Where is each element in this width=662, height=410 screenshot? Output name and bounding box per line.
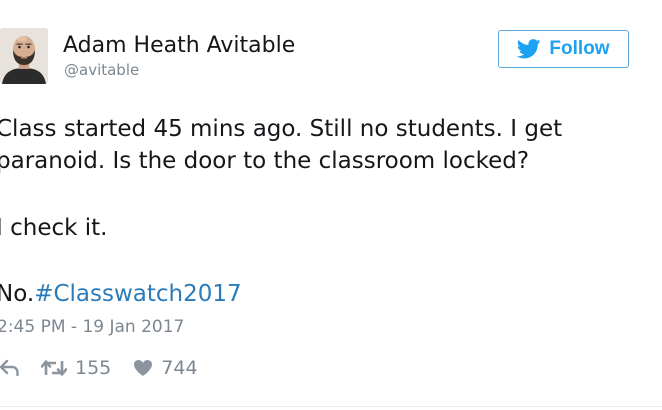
like-button[interactable]: 744 <box>133 356 198 380</box>
follow-button-label: Follow <box>549 38 610 59</box>
author-name[interactable]: Adam Heath Avitable <box>63 33 295 59</box>
tweet-timestamp[interactable]: 2:45 PM - 19 Jan 2017 <box>0 316 184 338</box>
tweet-text-line: paranoid. Is the door to the classroom l… <box>0 148 530 174</box>
tweet-actions: 155 744 <box>0 355 198 381</box>
avatar[interactable] <box>0 28 48 84</box>
twitter-bird-icon <box>517 39 542 59</box>
author-handle[interactable]: @avitable <box>64 61 139 79</box>
tweet-text-line: No.#Classwatch2017 <box>0 279 242 309</box>
card-bottom-border <box>0 406 662 407</box>
tweet-text-prefix: No. <box>0 281 35 307</box>
heart-icon <box>134 360 153 376</box>
follow-button[interactable]: Follow <box>498 30 629 68</box>
retweet-button[interactable]: 155 <box>41 356 111 380</box>
retweet-icon <box>41 360 67 376</box>
tweet-text-line: Class started 45 mins ago. Still no stud… <box>0 116 563 142</box>
reply-button[interactable] <box>0 359 20 377</box>
tweet-text-line: I check it. <box>0 215 108 241</box>
hashtag-link[interactable]: #Classwatch2017 <box>34 281 241 307</box>
like-count: 744 <box>161 357 198 379</box>
reply-icon <box>0 359 19 377</box>
person-avatar-icon <box>0 28 48 84</box>
tweet-card: Adam Heath Avitable @avitable Follow Cla… <box>0 0 662 410</box>
retweet-count: 155 <box>75 357 112 379</box>
